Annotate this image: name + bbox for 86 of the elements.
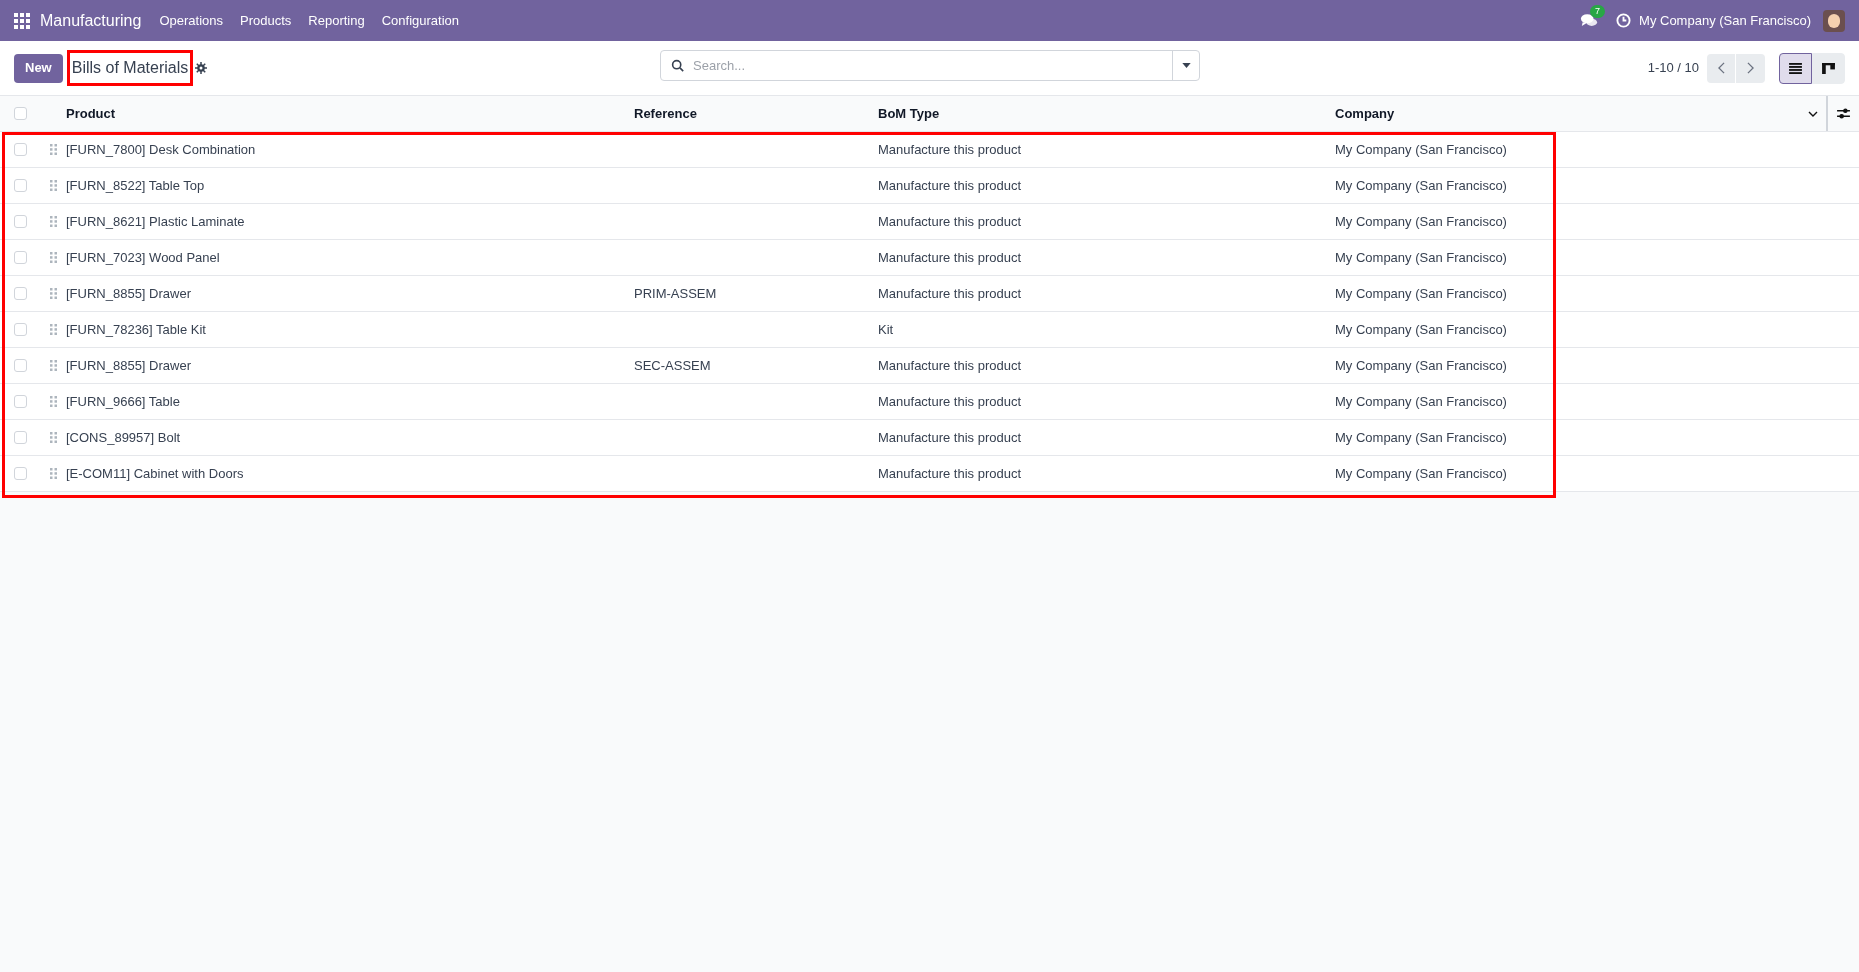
drag-handle-icon[interactable]: [50, 288, 57, 299]
clock-icon[interactable]: [1616, 13, 1632, 28]
row-checkbox[interactable]: [14, 251, 27, 264]
company-switcher[interactable]: My Company (San Francisco): [1639, 10, 1811, 31]
row-checkbox[interactable]: [14, 143, 27, 156]
drag-handle-icon[interactable]: [50, 432, 57, 443]
table-cell-text: My Company (San Francisco): [1335, 320, 1508, 339]
table-cell-text: [FURN_8855] Drawer: [66, 356, 192, 375]
table-cell-text: [FURN_78236] Table Kit: [66, 320, 207, 339]
chevron-left-icon: [1717, 62, 1725, 74]
settings-icon[interactable]: [1837, 108, 1850, 119]
table-cell-text: [FURN_9666] Table: [66, 392, 181, 411]
drag-handle-icon[interactable]: [50, 180, 57, 191]
kanban-view-button[interactable]: [1812, 52, 1845, 84]
table-cell-text: Manufacture this product: [878, 284, 1023, 303]
search-icon: [671, 59, 684, 72]
drag-handle-icon[interactable]: [50, 324, 57, 335]
kanban-icon: [1822, 62, 1835, 74]
previous-button[interactable]: [1707, 53, 1736, 83]
table-cell-text: My Company (San Francisco): [1335, 356, 1508, 375]
app-name[interactable]: Manufacturing: [40, 8, 142, 33]
table-cell-text: My Company (San Francisco): [1335, 140, 1508, 159]
avatar[interactable]: [1823, 9, 1845, 32]
column-header[interactable]: Company: [1335, 103, 1800, 124]
table-cell-text: Manufacture this product: [878, 140, 1023, 159]
table-cell-text: My Company (San Francisco): [1335, 284, 1508, 303]
row-checkbox[interactable]: [14, 287, 27, 300]
select-all-checkbox[interactable]: [14, 107, 27, 120]
drag-handle-icon[interactable]: [50, 468, 57, 479]
table-cell-text: [FURN_7800] Desk Combination: [66, 140, 257, 159]
pager-value[interactable]: 1-10 / 10: [1647, 58, 1699, 78]
row-checkbox[interactable]: [14, 323, 27, 336]
chevron-right-icon: [1747, 62, 1754, 74]
chat-icon[interactable]: [1580, 13, 1599, 28]
message-count-badge: 7: [1590, 5, 1606, 18]
table-cell-text: [FURN_7023] Wood Panel: [66, 248, 221, 267]
table-cell-text: Manufacture this product: [878, 248, 1023, 267]
drag-handle-icon[interactable]: [50, 144, 57, 155]
column-header[interactable]: BoM Type: [878, 103, 1335, 124]
table-cell-text: Manufacture this product: [878, 428, 1023, 447]
row-checkbox[interactable]: [14, 431, 27, 444]
table-cell-text: My Company (San Francisco): [1335, 248, 1508, 267]
row-checkbox[interactable]: [14, 467, 27, 480]
next-button[interactable]: [1736, 53, 1765, 83]
new-button[interactable]: New: [14, 53, 63, 83]
drag-handle-icon[interactable]: [50, 216, 57, 227]
row-checkbox[interactable]: [14, 179, 27, 192]
apps-menu-icon[interactable]: [14, 12, 30, 29]
list-icon: [1789, 62, 1802, 74]
table-cell-text: [FURN_8621] Plastic Laminate: [66, 212, 246, 231]
column-header[interactable]: Product: [66, 103, 634, 124]
column-header[interactable]: Reference: [634, 103, 878, 124]
table-cell-text: Kit: [878, 320, 895, 339]
table-cell-text: My Company (San Francisco): [1335, 176, 1508, 195]
table-cell-text: [CONS_89957] Bolt: [66, 428, 182, 447]
drag-handle-icon[interactable]: [50, 360, 57, 371]
page-title: Bills of Materials: [71, 59, 189, 76]
drag-handle-icon[interactable]: [50, 252, 57, 263]
search-field[interactable]: Search...: [684, 51, 1172, 80]
table-cell-text: Manufacture this product: [878, 392, 1023, 411]
row-checkbox[interactable]: [14, 359, 27, 372]
gear-icon[interactable]: [195, 62, 208, 74]
table-cell-text: Manufacture this product: [878, 356, 1023, 375]
row-checkbox[interactable]: [14, 215, 27, 228]
menu-item[interactable]: Configuration: [381, 10, 459, 31]
list-view-button[interactable]: [1779, 52, 1812, 84]
menu-item[interactable]: Products: [240, 10, 292, 31]
table-cell-text: Manufacture this product: [878, 212, 1023, 231]
table-cell-text: Manufacture this product: [878, 464, 1023, 483]
table-cell-text: [E-COM11] Cabinet with Doors: [66, 464, 245, 483]
menu-item[interactable]: Reporting: [308, 10, 365, 31]
menu-item[interactable]: Operations: [159, 10, 223, 31]
search-bar[interactable]: Search...: [660, 50, 1200, 81]
drag-handle-icon[interactable]: [50, 396, 57, 407]
table-cell-text: Manufacture this product: [878, 176, 1023, 195]
table-cell-text: [FURN_8522] Table Top: [66, 176, 206, 195]
table-cell-text: My Company (San Francisco): [1335, 464, 1508, 483]
table-cell-text: PRIM-ASSEM: [634, 284, 718, 303]
table-cell-text: SEC-ASSEM: [634, 356, 712, 375]
table-cell-text: My Company (San Francisco): [1335, 212, 1508, 231]
table-cell-text: My Company (San Francisco): [1335, 392, 1508, 411]
table-cell-text: My Company (San Francisco): [1335, 428, 1508, 447]
table-cell-text: [FURN_8855] Drawer: [66, 284, 192, 303]
caret-icon[interactable]: [1181, 63, 1191, 68]
chevron-down-icon[interactable]: [1808, 110, 1818, 117]
row-checkbox[interactable]: [14, 395, 27, 408]
